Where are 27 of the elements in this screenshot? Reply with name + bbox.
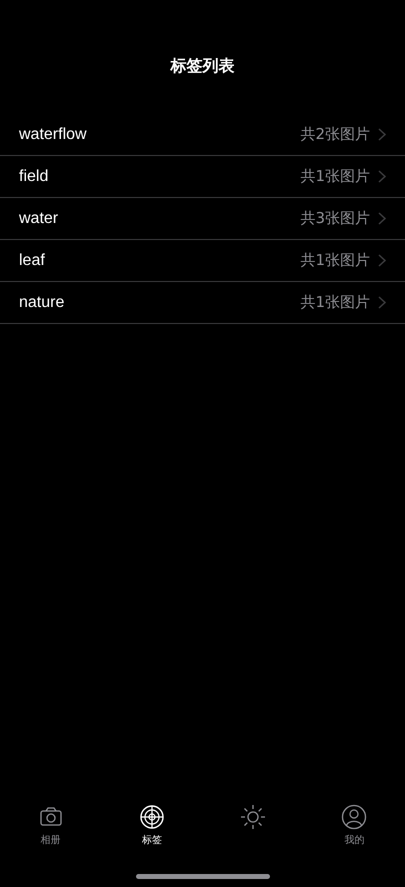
chevron-icon: [378, 254, 386, 267]
tab-item[interactable]: 我的: [314, 804, 394, 860]
chevron-icon: [378, 128, 386, 141]
photo-count: 共2张图片: [300, 125, 370, 144]
tag-name: waterflow: [19, 126, 88, 144]
person-icon: [341, 804, 368, 830]
tag-row[interactable]: nature 共1张图片: [0, 282, 405, 324]
target-icon: [138, 804, 165, 830]
photo-count: 共3张图片: [300, 209, 370, 228]
page-title: 标签列表: [170, 56, 234, 77]
tag-name: water: [19, 210, 60, 228]
tag-name: nature: [19, 294, 66, 312]
chevron-icon: [378, 170, 386, 183]
tab-item[interactable]: 标签: [112, 804, 192, 860]
photo-count: 共1张图片: [300, 293, 370, 312]
chevron-icon: [378, 212, 386, 225]
tag-name: leaf: [19, 252, 46, 270]
tag-row[interactable]: field 共1张图片: [0, 156, 405, 198]
tag-row[interactable]: leaf 共1张图片: [0, 240, 405, 282]
tag-row[interactable]: waterflow 共2张图片: [0, 114, 405, 156]
tag-name: field: [19, 168, 50, 186]
chevron-icon: [378, 296, 386, 309]
photo-count: 共1张图片: [300, 167, 370, 186]
sun-icon: [240, 804, 266, 830]
tag-row[interactable]: water 共3张图片: [0, 198, 405, 240]
photo-count: 共1张图片: [300, 251, 370, 270]
tab-item[interactable]: 相册: [10, 804, 91, 860]
